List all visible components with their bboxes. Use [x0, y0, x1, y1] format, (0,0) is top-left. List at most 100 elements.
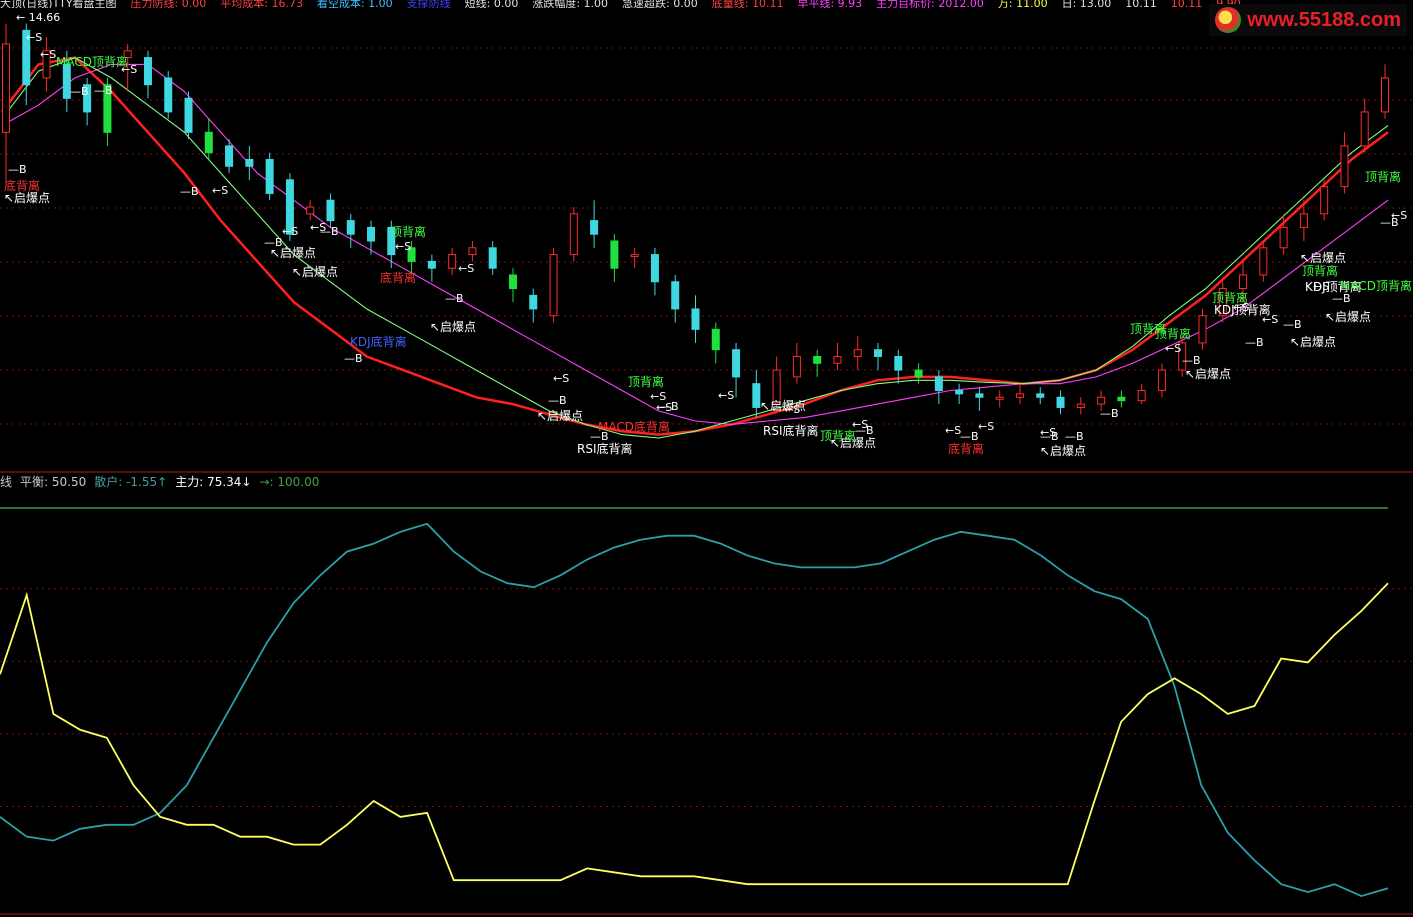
stock-chart[interactable]: ← 14.66MACD顶背离顶背离底背离↖启爆点↖启爆点↖启爆点↖启爆点↖启爆点… — [0, 0, 1413, 917]
candle-body — [590, 220, 599, 235]
buy-signal: —B — [1332, 292, 1351, 305]
buy-signal: —B — [1283, 318, 1302, 331]
candle-body — [1117, 396, 1126, 402]
chart-annotation: ↖启爆点 — [292, 265, 338, 279]
candle-body — [1056, 396, 1065, 408]
candle-body — [488, 247, 497, 269]
candle-body — [549, 254, 558, 317]
candle-body — [265, 158, 274, 194]
candle-body — [245, 158, 254, 167]
candle-body — [1198, 315, 1207, 344]
candle-body — [874, 349, 883, 357]
candle-body — [184, 97, 193, 133]
candle-body — [508, 274, 517, 290]
candle-body — [975, 393, 984, 398]
indicator-line — [0, 582, 1389, 886]
candle-body — [448, 254, 457, 269]
sell-signal: ←S — [458, 262, 474, 275]
candle-body — [914, 369, 923, 378]
candle-body — [671, 281, 680, 310]
candle-body — [427, 260, 436, 269]
candle-body — [1015, 393, 1024, 398]
candle-body — [732, 349, 741, 378]
candle-body — [833, 356, 842, 364]
sell-signal: ←S — [1233, 301, 1249, 314]
candle-body — [792, 356, 801, 378]
sell-signal: ←S — [282, 225, 298, 238]
indicator-legend: 线平衡: 50.50 散户: -1.55↑ 主力: 75.34↓ →: 100.00 — [0, 474, 327, 490]
candle-body — [164, 77, 173, 113]
chart-annotation: MACD底背离 — [598, 419, 670, 434]
candle-body — [1340, 145, 1349, 188]
candle-body — [2, 43, 10, 133]
candle-body — [1239, 274, 1248, 290]
candle-body — [306, 206, 315, 215]
candle-body — [630, 254, 639, 258]
chart-annotation: 顶背离 — [1365, 169, 1401, 184]
sell-signal: ←S — [553, 372, 569, 385]
candle-body — [691, 308, 700, 330]
buy-signal: —B — [548, 394, 567, 407]
indicator-legend-item: 平衡: 50.50 — [20, 475, 87, 489]
candle-body — [894, 356, 903, 371]
sell-signal: ←S — [40, 48, 56, 61]
buy-signal: —B — [1182, 354, 1201, 367]
buy-signal: —B — [1065, 430, 1084, 443]
chart-annotation: RSI底背离 — [577, 441, 633, 456]
sell-signal: ←S — [978, 420, 994, 433]
buy-signal: —B — [1100, 407, 1119, 420]
chart-annotation: MACD顶背离 — [1340, 278, 1412, 293]
candle-body — [204, 131, 213, 154]
indicator-legend-item: 散户: -1.55↑ — [94, 475, 168, 489]
chart-annotation: 底背离 — [4, 178, 40, 193]
sell-signal: ←S — [1262, 313, 1278, 326]
chart-annotation: 顶背离 — [820, 428, 856, 443]
candle-body — [813, 356, 822, 364]
price-high-label: ← 14.66 — [16, 11, 60, 24]
candle-body — [529, 294, 538, 310]
sell-signal: ←S — [26, 31, 42, 44]
chart-annotation: ↖启爆点 — [1185, 367, 1231, 381]
indicator-line — [0, 522, 1389, 898]
candle-body — [752, 383, 761, 408]
chart-annotation: KDJ底背离 — [350, 334, 407, 349]
sell-signal: ←S — [121, 63, 137, 76]
chart-annotation: 顶背离 — [1302, 263, 1338, 278]
candle-body — [610, 240, 619, 269]
buy-signal: —B — [180, 185, 199, 198]
buy-signal: —B — [8, 163, 27, 176]
moving-average-line — [1, 56, 1389, 439]
indicator-legend-item: →: 100.00 — [259, 475, 320, 489]
candle-body — [346, 220, 355, 235]
moving-average-line — [1, 56, 1389, 436]
buy-signal: —B — [960, 430, 979, 443]
candle-body — [1360, 111, 1369, 147]
candle-body — [569, 213, 578, 256]
candle-body — [367, 226, 376, 242]
chart-annotation: 顶背离 — [1155, 326, 1191, 341]
candle-body — [1299, 213, 1308, 228]
buy-signal: —B — [344, 352, 363, 365]
candle-body — [1279, 226, 1288, 249]
chart-annotation: ↖启爆点 — [537, 409, 583, 423]
buy-signal: —B — [590, 430, 609, 443]
chart-annotation: ↖启爆点 — [1325, 310, 1371, 324]
buy-signal: —B — [445, 292, 464, 305]
sell-signal: ←S — [650, 390, 666, 403]
sell-signal: ←S — [395, 240, 411, 253]
chart-annotation: RSI底背离 — [763, 423, 819, 438]
buy-signal: —B — [94, 84, 113, 97]
chart-annotation: ↖启爆点 — [1040, 444, 1086, 458]
buy-signal: —B — [70, 85, 89, 98]
candle-body — [1381, 77, 1389, 113]
chart-annotation: 底背离 — [380, 270, 416, 285]
candle-body — [853, 349, 862, 357]
candle-body — [934, 376, 943, 391]
candle-body — [1036, 393, 1045, 398]
sell-signal: ←S — [784, 403, 800, 416]
sell-signal: ←S — [945, 424, 961, 437]
candle-body — [1157, 369, 1166, 391]
candle-body — [995, 396, 1004, 400]
candle-body — [326, 199, 335, 222]
chart-annotation: ↖启爆点 — [1290, 335, 1336, 349]
